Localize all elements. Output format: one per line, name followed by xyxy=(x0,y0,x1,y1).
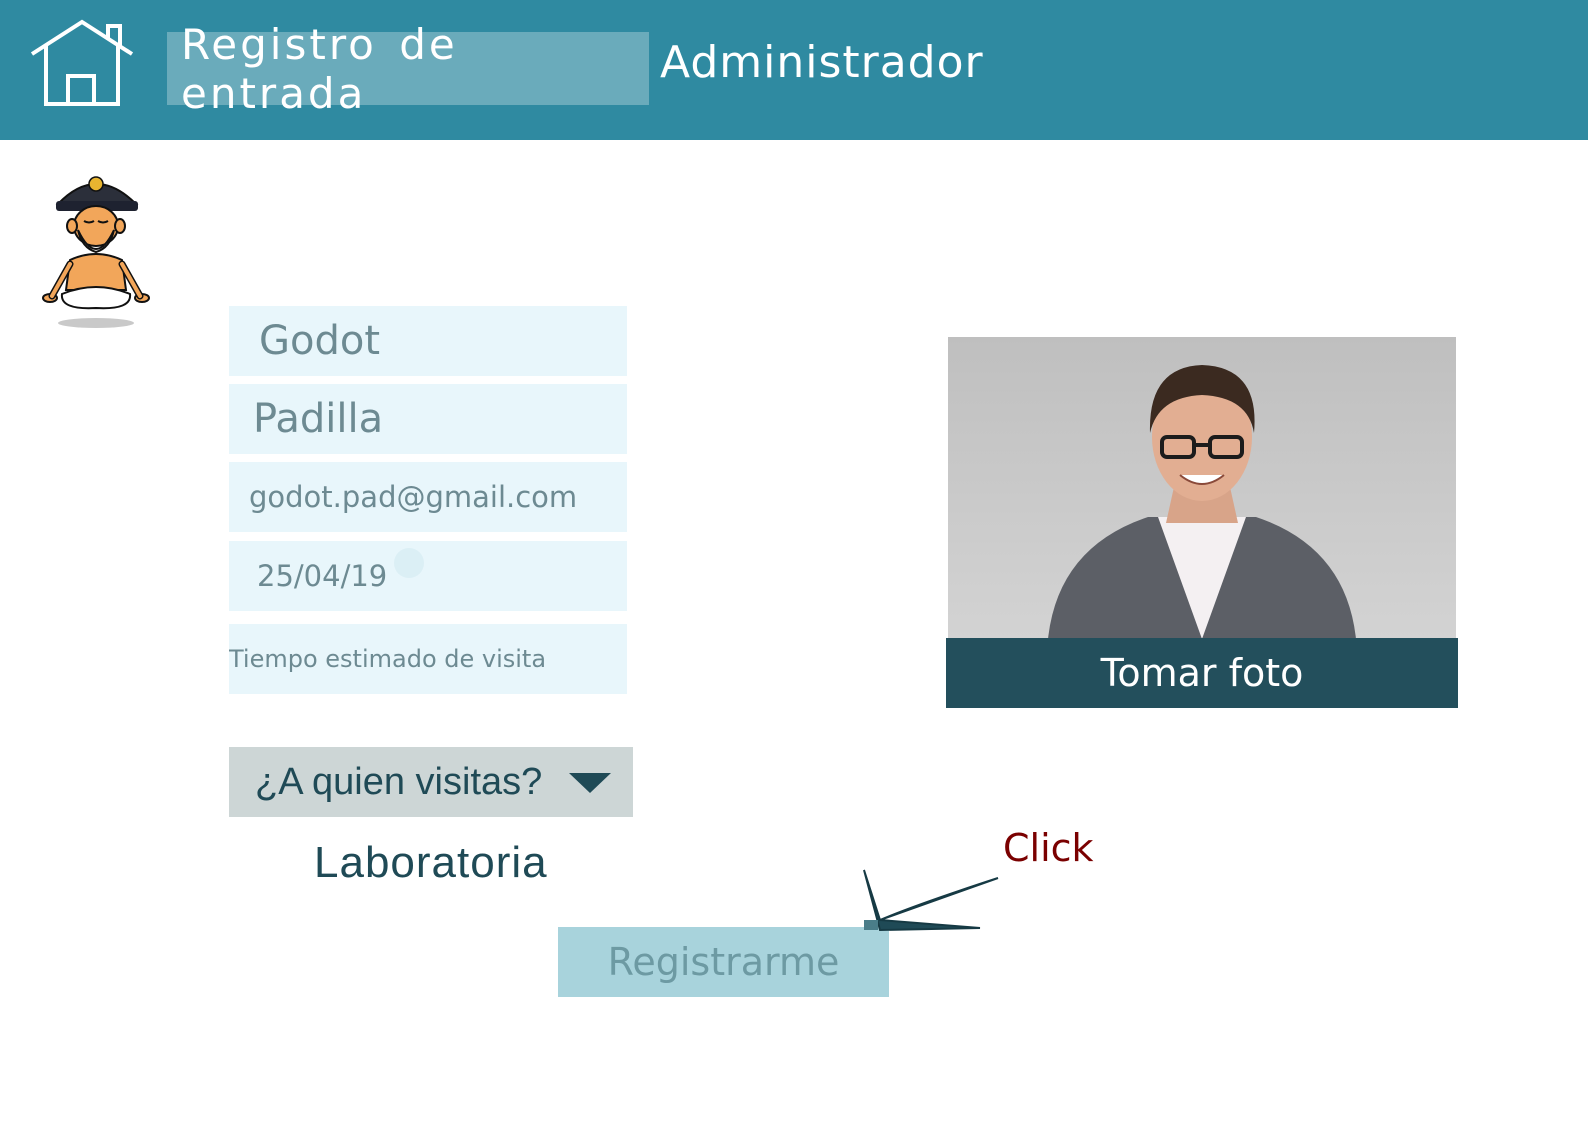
visit-host-select-label: ¿A quien visitas? xyxy=(255,760,543,803)
visit-time-field[interactable] xyxy=(229,624,627,694)
visit-host-select[interactable]: ¿A quien visitas? xyxy=(229,747,633,817)
register-button[interactable]: Registrarme xyxy=(558,927,889,997)
last-name-field[interactable] xyxy=(229,384,627,454)
date-field[interactable] xyxy=(229,541,627,611)
arrow-pointer-icon xyxy=(863,869,999,932)
visitor-photo xyxy=(948,337,1456,639)
click-annotation: Click xyxy=(1003,826,1094,870)
date-picker-indicator xyxy=(394,548,424,578)
first-name-field[interactable] xyxy=(229,306,627,376)
chevron-down-icon[interactable] xyxy=(569,773,611,793)
police-mascot-icon xyxy=(42,176,150,328)
tab-check-in[interactable]: Registro de entrada xyxy=(167,20,649,118)
visitor-photo-image xyxy=(1048,365,1356,639)
home-icon[interactable] xyxy=(28,18,136,108)
visit-host-selected-value: Laboratoria xyxy=(314,838,548,887)
take-photo-button[interactable]: Tomar foto xyxy=(946,638,1458,708)
tab-administrator[interactable]: Administrador xyxy=(660,32,984,92)
app-header: Registro de entrada Administrador xyxy=(0,0,1588,140)
email-field[interactable] xyxy=(229,462,627,532)
